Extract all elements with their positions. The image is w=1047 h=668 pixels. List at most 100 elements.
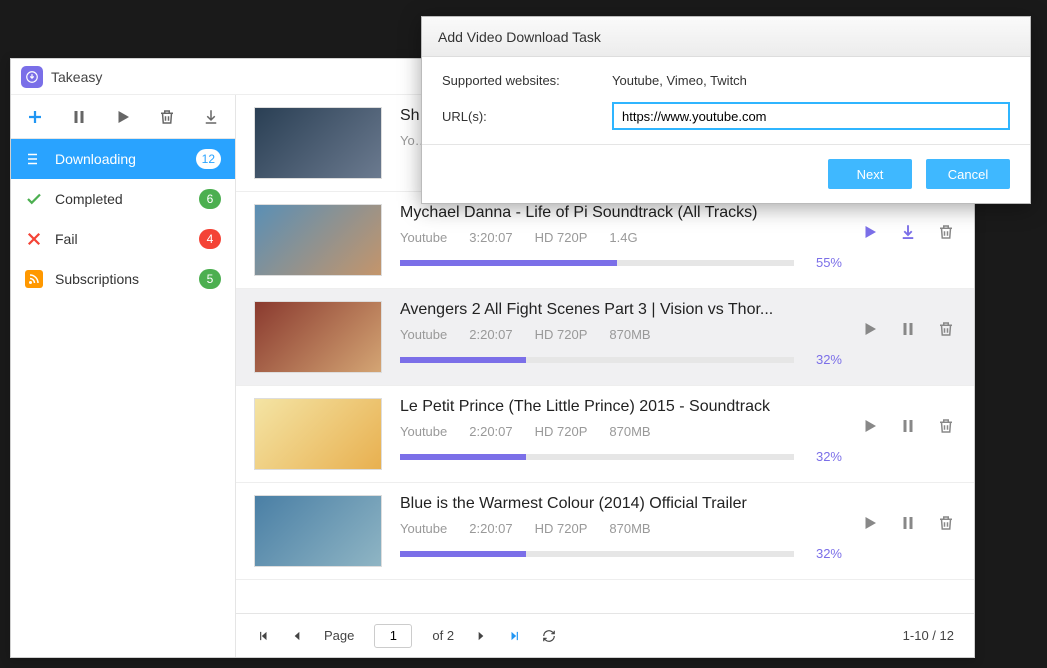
row-play-icon[interactable] (860, 416, 880, 436)
sidebar-item-completed[interactable]: Completed6 (11, 179, 235, 219)
row-pause-icon[interactable] (898, 513, 918, 533)
progress-bar (400, 454, 794, 460)
progress: 32% (400, 352, 842, 367)
row-delete-icon[interactable] (936, 513, 956, 533)
row-pause-icon[interactable] (898, 416, 918, 436)
row-actions (860, 204, 956, 242)
row-source: Youtube (400, 327, 447, 342)
next-page-button[interactable] (474, 629, 488, 643)
row-body: Avengers 2 All Fight Scenes Part 3 | Vis… (400, 301, 842, 367)
sidebar-badge: 4 (199, 229, 221, 249)
download-button[interactable] (197, 103, 225, 131)
row-delete-icon[interactable] (936, 416, 956, 436)
progress: 32% (400, 546, 842, 561)
row-size: 1.4G (609, 230, 637, 245)
row-play-icon[interactable] (860, 319, 880, 339)
progress-bar (400, 551, 794, 557)
row-play-icon[interactable] (860, 513, 880, 533)
row-duration: 2:20:07 (469, 327, 512, 342)
page-label: Page (324, 628, 354, 643)
progress: 55% (400, 255, 842, 270)
refresh-button[interactable] (542, 629, 556, 643)
last-page-button[interactable] (508, 629, 522, 643)
row-delete-icon[interactable] (936, 319, 956, 339)
download-row[interactable]: Le Petit Prince (The Little Prince) 2015… (236, 386, 974, 483)
row-duration: 3:20:07 (469, 230, 512, 245)
sidebar-item-label: Downloading (55, 151, 184, 167)
pagination: Page of 2 1-10 / 12 (236, 613, 974, 657)
progress-bar (400, 260, 794, 266)
download-row[interactable]: Avengers 2 All Fight Scenes Part 3 | Vis… (236, 289, 974, 386)
play-all-button[interactable] (109, 103, 137, 131)
row-body: Le Petit Prince (The Little Prince) 2015… (400, 398, 842, 464)
row-actions (860, 301, 956, 339)
dialog-body: Supported websites: Youtube, Vimeo, Twit… (422, 57, 1030, 130)
row-title: Avengers 2 All Fight Scenes Part 3 | Vis… (400, 301, 842, 319)
row-size: 870MB (609, 521, 650, 536)
cancel-button[interactable]: Cancel (926, 159, 1010, 189)
row-actions (860, 398, 956, 436)
pause-all-button[interactable] (65, 103, 93, 131)
app-icon (21, 66, 43, 88)
row-source: Youtube (400, 424, 447, 439)
progress-percent: 32% (806, 546, 842, 561)
row-download-icon[interactable] (898, 222, 918, 242)
row-meta: Youtube2:20:07HD 720P870MB (400, 327, 842, 342)
thumbnail (254, 495, 382, 567)
thumbnail (254, 204, 382, 276)
download-row[interactable]: Mychael Danna - Life of Pi Soundtrack (A… (236, 192, 974, 289)
row-pause-icon[interactable] (898, 319, 918, 339)
sidebar-item-label: Fail (55, 231, 187, 247)
sidebar: Downloading 12 Completed6 Fail 4 Subscription… (11, 95, 236, 657)
page-range: 1-10 / 12 (903, 628, 954, 643)
row-actions (860, 495, 956, 533)
row-source: Youtube (400, 230, 447, 245)
row-duration: 2:20:07 (469, 521, 512, 536)
row-quality: HD 720P (535, 230, 588, 245)
row-quality: HD 720P (535, 424, 588, 439)
row-title: Blue is the Warmest Colour (2014) Offici… (400, 495, 842, 513)
app-title: Takeasy (51, 69, 102, 85)
row-quality: HD 720P (535, 521, 588, 536)
next-button[interactable]: Next (828, 159, 912, 189)
thumbnail (254, 107, 382, 179)
downloading-icon (25, 150, 43, 168)
sidebar-item-subscriptions[interactable]: Subscriptions5 (11, 259, 235, 299)
sidebar-item-label: Completed (55, 191, 187, 207)
row-source: Youtube (400, 521, 447, 536)
add-task-dialog: Add Video Download Task Supported websit… (421, 16, 1031, 204)
progress: 32% (400, 449, 842, 464)
row-play-icon[interactable] (860, 222, 880, 242)
sidebar-item-label: Subscriptions (55, 271, 187, 287)
page-input[interactable] (374, 624, 412, 648)
thumbnail (254, 398, 382, 470)
dialog-title: Add Video Download Task (422, 17, 1030, 57)
sidebar-item-fail[interactable]: Fail 4 (11, 219, 235, 259)
page-of: of 2 (432, 628, 454, 643)
delete-button[interactable] (153, 103, 181, 131)
supported-label: Supported websites: (442, 73, 612, 88)
add-button[interactable] (21, 103, 49, 131)
sidebar-badge: 12 (196, 149, 221, 169)
dialog-footer: Next Cancel (422, 144, 1030, 203)
first-page-button[interactable] (256, 629, 270, 643)
url-input[interactable] (612, 102, 1010, 130)
row-meta: Youtube2:20:07HD 720P870MB (400, 424, 842, 439)
nav-list: Downloading 12 Completed6 Fail 4 Subscription… (11, 139, 235, 657)
download-row[interactable]: Blue is the Warmest Colour (2014) Offici… (236, 483, 974, 580)
row-body: Blue is the Warmest Colour (2014) Offici… (400, 495, 842, 561)
progress-percent: 32% (806, 449, 842, 464)
progress-percent: 32% (806, 352, 842, 367)
x-icon (25, 230, 43, 248)
row-body: Mychael Danna - Life of Pi Soundtrack (A… (400, 204, 842, 270)
sidebar-item-downloading[interactable]: Downloading 12 (11, 139, 235, 179)
rss-icon (25, 270, 43, 288)
row-meta: Youtube 2:20:07 HD 720P 870MB (400, 521, 842, 536)
progress-bar (400, 357, 794, 363)
prev-page-button[interactable] (290, 629, 304, 643)
row-meta: Youtube 3:20:07 HD 720P 1.4G (400, 230, 842, 245)
row-delete-icon[interactable] (936, 222, 956, 242)
row-title: Le Petit Prince (The Little Prince) 2015… (400, 398, 842, 416)
url-label: URL(s): (442, 109, 612, 124)
row-quality: HD 720P (535, 327, 588, 342)
